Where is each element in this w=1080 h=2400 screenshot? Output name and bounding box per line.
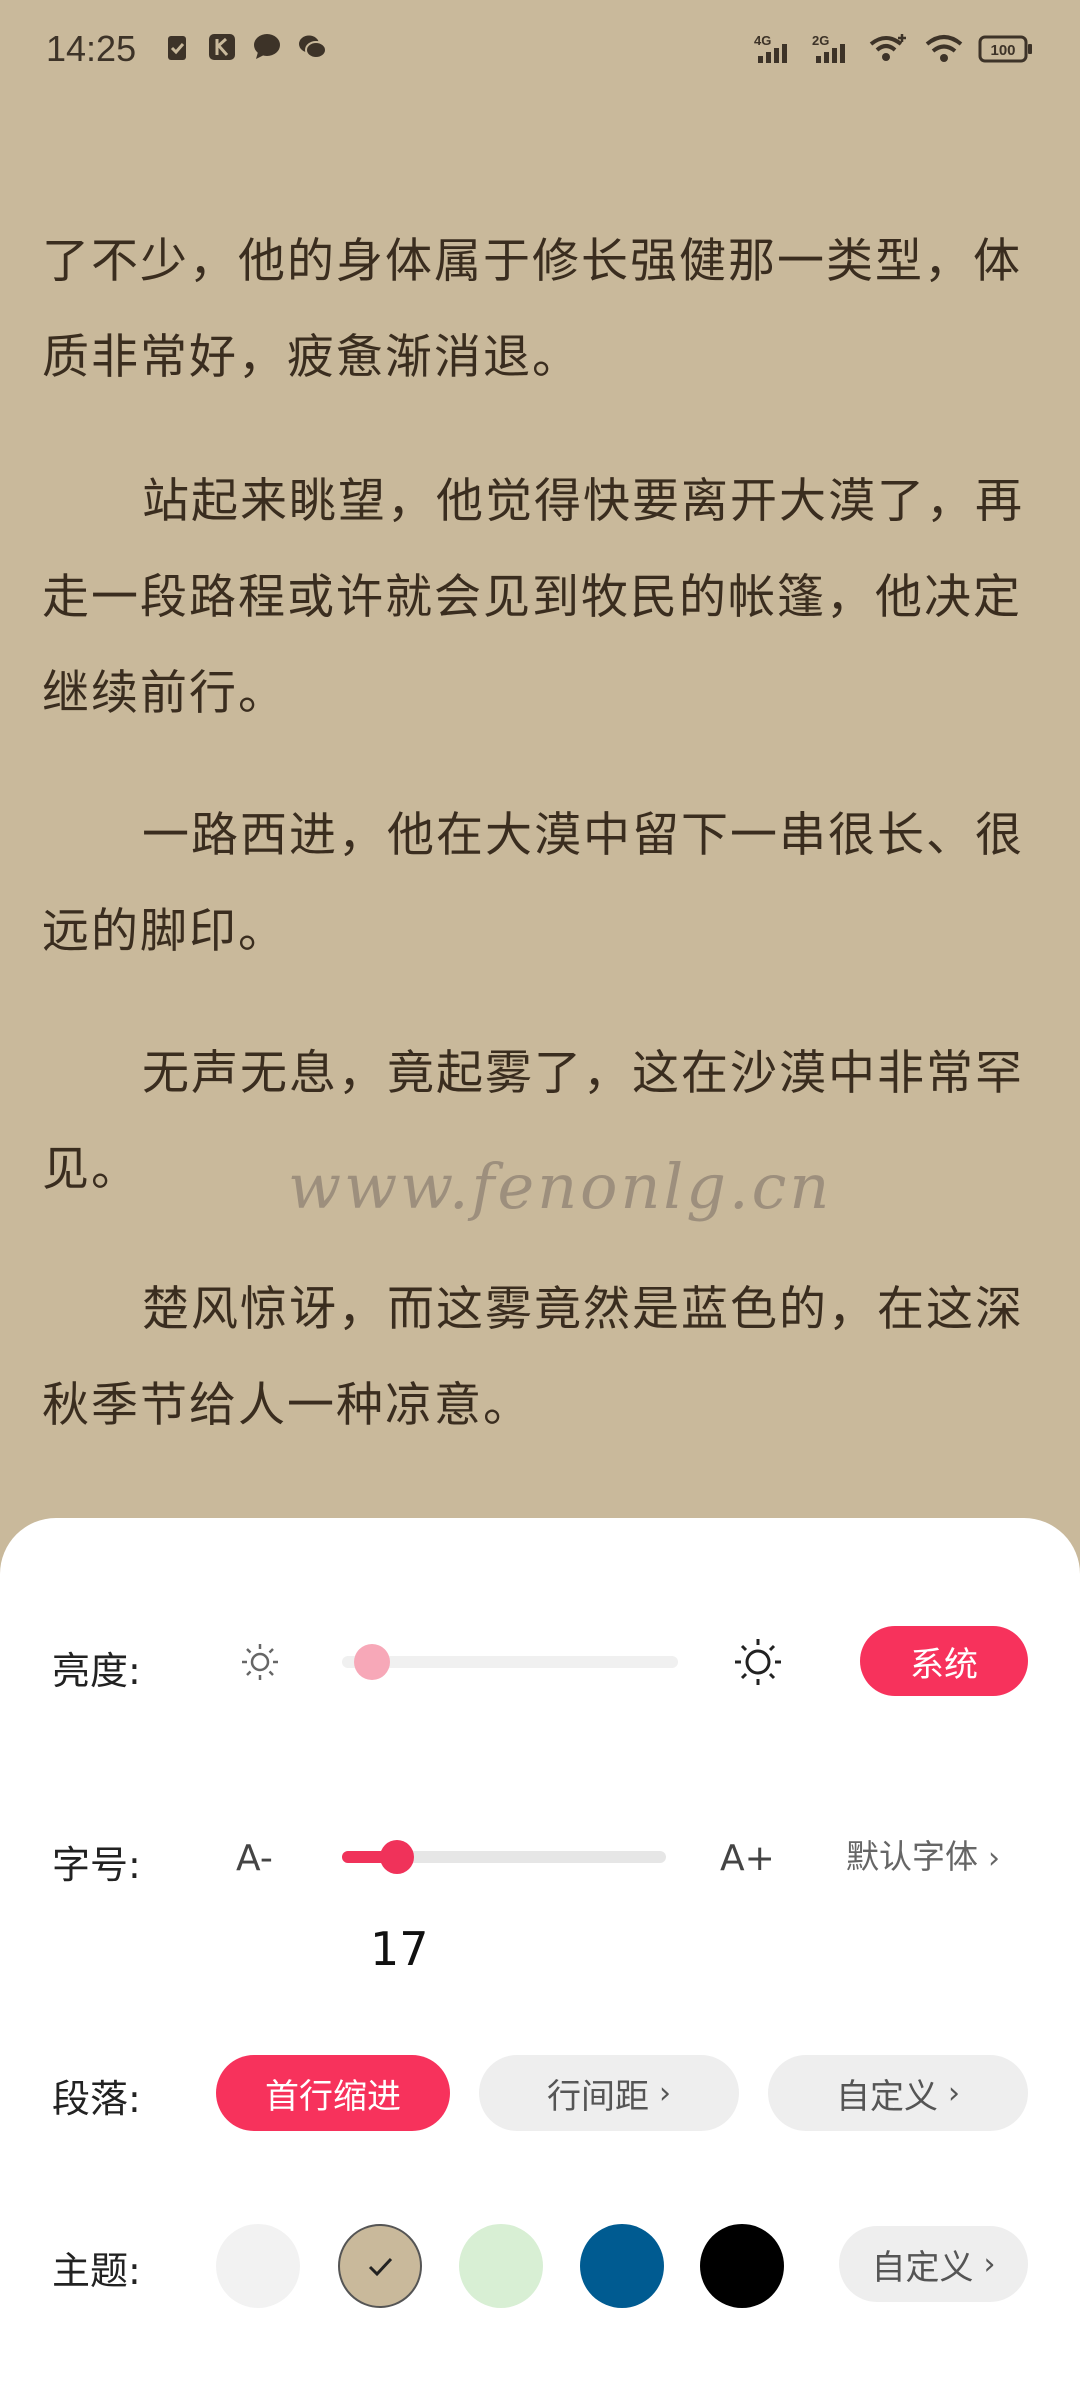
theme-swatch[interactable] [580,2224,664,2308]
sun-small-icon [242,1644,278,1680]
font-decrease-button[interactable]: A- [236,1838,273,1879]
chevron-right-icon: › [659,2075,671,2111]
theme-swatch[interactable] [459,2224,543,2308]
font-size-value: 17 [370,1922,429,1976]
brightness-track [342,1656,678,1668]
k-app-icon [209,34,235,60]
signal-4g-icon: 4G [752,32,802,70]
paragraph: 一路西进，他在大漠中留下一串很长、很远的脚印。 [42,808,1024,959]
default-font-label: 默认字体 [846,1837,978,1876]
checkmark-icon [368,2257,393,2277]
paragraph: 了不少，他的身体属于修长强健那一类型，体质非常好，疲惫渐消退。 [42,234,1022,385]
chevron-right-icon: › [983,2246,996,2282]
reading-settings-panel: 亮度: 系统 字号: A- A+ 默认字体 › 17 段落: 首行缩进 行间距 … [0,1518,1080,2400]
wifi-plus-icon [868,32,908,70]
paragraph: 站起来眺望，他觉得快要离开大漠了，再走一段路程或许就会见到牧民的帐篷，他决定继续… [42,474,1024,721]
battery-icon: 100 [978,32,1034,70]
wechat-icon [299,35,327,59]
line-spacing-label: 行间距 [547,2076,649,2117]
status-time: 14:25 [46,28,137,69]
font-increase-button[interactable]: A+ [720,1838,775,1879]
brightness-knob[interactable] [354,1644,391,1680]
svg-text:2G: 2G [812,33,829,48]
svg-text:100: 100 [990,42,1015,59]
theme-swatch[interactable] [216,2224,300,2308]
font-size-label: 字号: [52,1843,141,1887]
theme-swatch[interactable] [700,2224,784,2308]
theme-custom-button[interactable]: 自定义 › [839,2226,1028,2302]
clipboard-check-icon [168,36,186,60]
paragraph-custom-button[interactable]: 自定义 › [768,2055,1028,2131]
paragraph: 楚风惊讶，而这雾竟然是蓝色的，在这深秋季节给人一种凉意。 [42,1282,1024,1433]
watermark: www.fenonlg.cn [288,1150,833,1223]
line-spacing-button[interactable]: 行间距 › [479,2055,739,2131]
theme-label: 主题: [52,2249,141,2293]
paragraph-label: 段落: [52,2077,141,2121]
first-line-indent-button[interactable]: 首行缩进 [216,2055,450,2131]
sun-large-icon [735,1639,781,1685]
status-bar: 14:25 4G 2G 100 [0,0,1080,100]
signal-2g-icon: 2G [810,32,860,70]
chevron-right-icon: › [948,2075,960,2111]
system-brightness-button[interactable]: 系统 [860,1626,1028,1696]
default-font-link[interactable]: 默认字体 › [846,1830,1000,1878]
svg-text:4G: 4G [754,33,771,48]
theme-custom-label: 自定义 [871,2247,974,2288]
theme-swatch[interactable] [338,2224,422,2308]
font-size-knob[interactable] [380,1840,415,1874]
paragraph-custom-label: 自定义 [836,2076,938,2117]
chevron-right-icon: › [988,1841,1000,1876]
wifi-icon [924,32,964,70]
chat-bubble-icon [254,34,280,59]
brightness-label: 亮度: [52,1649,141,1693]
